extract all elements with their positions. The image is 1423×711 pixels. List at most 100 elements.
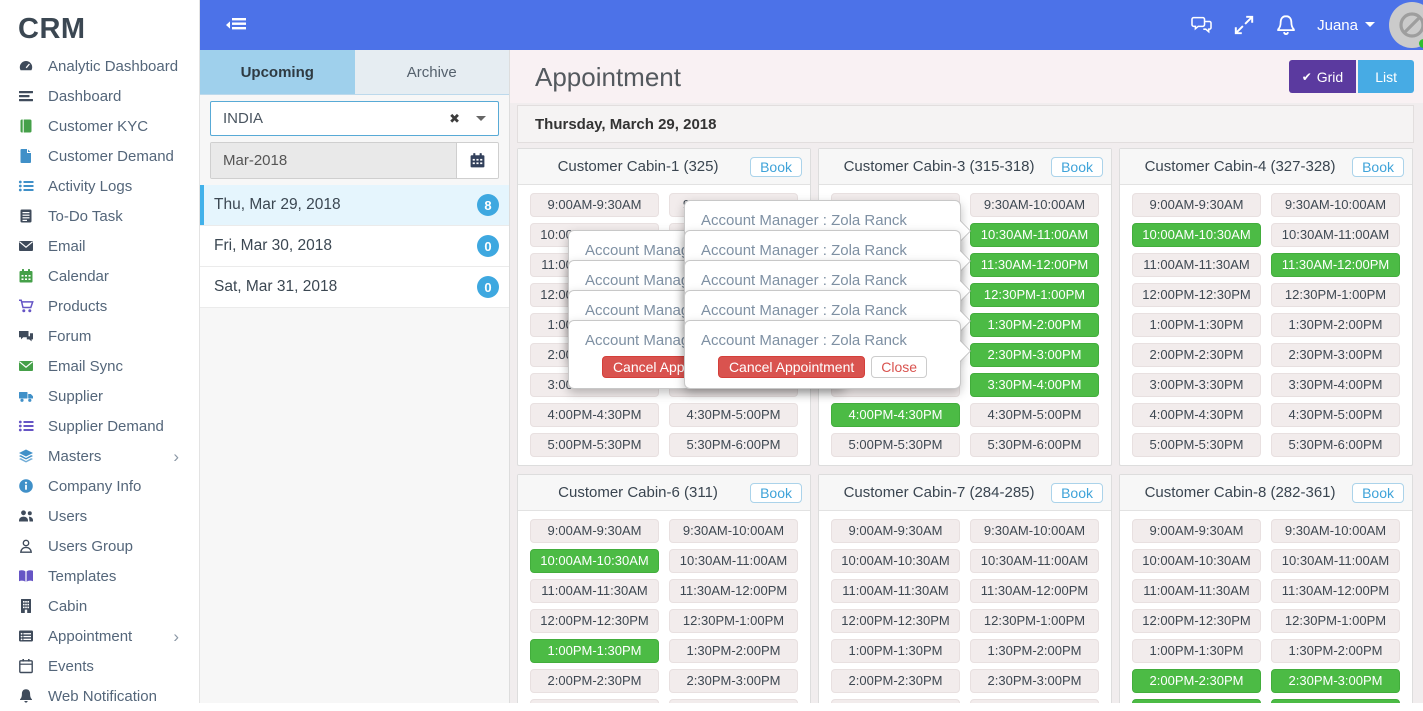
time-slot-booked[interactable]: 10:30AM-11:00AM	[970, 223, 1099, 247]
time-slot[interactable]: 12:00PM-12:30PM	[1132, 609, 1261, 633]
time-slot[interactable]: 4:30PM-5:00PM	[669, 403, 798, 427]
time-slot-booked[interactable]: 11:30AM-12:00PM	[1271, 253, 1400, 277]
time-slot[interactable]: 1:30PM-2:00PM	[669, 639, 798, 663]
time-slot-booked[interactable]: 12:30PM-1:00PM	[970, 283, 1099, 307]
fullscreen-icon[interactable]	[1233, 15, 1255, 35]
time-slot[interactable]: 2:30PM-3:00PM	[1271, 343, 1400, 367]
close-popover-button[interactable]: Close	[871, 356, 927, 378]
cancel-appointment-button[interactable]: Cancel Appointment	[718, 356, 865, 378]
sidebar-item-supplier[interactable]: Supplier	[0, 381, 199, 411]
time-slot[interactable]: 5:30PM-6:00PM	[1271, 433, 1400, 457]
country-filter-select[interactable]: INDIA ✖	[210, 101, 499, 136]
book-button[interactable]: Book	[750, 483, 802, 503]
time-slot[interactable]: 12:30PM-1:00PM	[970, 609, 1099, 633]
chevron-down-icon[interactable]	[476, 116, 486, 126]
time-slot[interactable]: 10:00AM-10:30AM	[1132, 549, 1261, 573]
time-slot-booked[interactable]: 2:30PM-3:00PM	[970, 343, 1099, 367]
time-slot[interactable]: 1:30PM-2:00PM	[970, 639, 1099, 663]
date-row-sat-mar-31-2018[interactable]: Sat, Mar 31, 20180	[200, 267, 509, 308]
time-slot[interactable]: 2:00PM-2:30PM	[1132, 343, 1261, 367]
sidebar-toggle-icon[interactable]	[226, 16, 248, 34]
sidebar-item-cabin[interactable]: Cabin	[0, 591, 199, 621]
time-slot-booked[interactable]: 1:30PM-2:00PM	[970, 313, 1099, 337]
bell-icon[interactable]	[1275, 15, 1297, 35]
time-slot[interactable]: 12:00PM-12:30PM	[1132, 283, 1261, 307]
user-menu[interactable]: Juana	[1317, 17, 1375, 34]
sidebar-item-supplier-demand[interactable]: Supplier Demand	[0, 411, 199, 441]
book-button[interactable]: Book	[750, 157, 802, 177]
time-slot[interactable]: 1:00PM-1:30PM	[1132, 313, 1261, 337]
time-slot[interactable]: 12:30PM-1:00PM	[1271, 609, 1400, 633]
time-slot[interactable]: 9:30AM-10:00AM	[1271, 193, 1400, 217]
time-slot-booked[interactable]: 1:00PM-1:30PM	[530, 639, 659, 663]
book-button[interactable]: Book	[1051, 157, 1103, 177]
time-slot[interactable]: 3:30PM-4:00PM	[669, 699, 798, 703]
chat-icon[interactable]	[1191, 15, 1213, 35]
time-slot[interactable]: 2:30PM-3:00PM	[669, 669, 798, 693]
time-slot-booked[interactable]: 2:30PM-3:00PM	[1271, 669, 1400, 693]
time-slot[interactable]: 2:00PM-2:30PM	[831, 669, 960, 693]
time-slot[interactable]: 10:30AM-11:00AM	[1271, 223, 1400, 247]
time-slot[interactable]: 4:00PM-4:30PM	[530, 403, 659, 427]
time-slot-booked[interactable]: 10:00AM-10:30AM	[530, 549, 659, 573]
sidebar-item-products[interactable]: Products	[0, 291, 199, 321]
time-slot[interactable]: 9:00AM-9:30AM	[530, 193, 659, 217]
sidebar-item-activity-logs[interactable]: Activity Logs	[0, 171, 199, 201]
time-slot[interactable]: 1:00PM-1:30PM	[1132, 639, 1261, 663]
sidebar-item-templates[interactable]: Templates	[0, 561, 199, 591]
time-slot[interactable]: 12:30PM-1:00PM	[669, 609, 798, 633]
time-slot[interactable]: 4:30PM-5:00PM	[1271, 403, 1400, 427]
sidebar-item-appointment[interactable]: Appointment›	[0, 621, 199, 651]
sidebar-item-forum[interactable]: Forum	[0, 321, 199, 351]
time-slot[interactable]: 9:00AM-9:30AM	[1132, 193, 1261, 217]
time-slot[interactable]: 5:30PM-6:00PM	[669, 433, 798, 457]
tab-archive[interactable]: Archive	[355, 50, 510, 94]
time-slot[interactable]: 11:30AM-12:00PM	[669, 579, 798, 603]
time-slot[interactable]: 3:30PM-4:00PM	[970, 699, 1099, 703]
time-slot-booked[interactable]: 4:00PM-4:30PM	[831, 403, 960, 427]
time-slot[interactable]: 11:30AM-12:00PM	[1271, 579, 1400, 603]
time-slot[interactable]: 2:00PM-2:30PM	[530, 669, 659, 693]
calendar-picker-button[interactable]	[456, 143, 498, 178]
time-slot[interactable]: 3:00PM-3:30PM	[1132, 373, 1261, 397]
time-slot-booked[interactable]: 3:30PM-4:00PM	[970, 373, 1099, 397]
sidebar-item-events[interactable]: Events	[0, 651, 199, 681]
time-slot[interactable]: 10:30AM-11:00AM	[970, 549, 1099, 573]
book-button[interactable]: Book	[1051, 483, 1103, 503]
time-slot[interactable]: 12:00PM-12:30PM	[831, 609, 960, 633]
time-slot[interactable]: 2:30PM-3:00PM	[970, 669, 1099, 693]
time-slot[interactable]: 12:30PM-1:00PM	[1271, 283, 1400, 307]
sidebar-item-analytic-dashboard[interactable]: Analytic Dashboard	[0, 51, 199, 81]
time-slot[interactable]: 9:00AM-9:30AM	[530, 519, 659, 543]
date-row-fri-mar-30-2018[interactable]: Fri, Mar 30, 20180	[200, 226, 509, 267]
time-slot[interactable]: 11:30AM-12:00PM	[970, 579, 1099, 603]
time-slot-booked[interactable]: 3:00PM-3:30PM	[1132, 699, 1261, 703]
time-slot[interactable]: 4:30PM-5:00PM	[970, 403, 1099, 427]
date-row-thu-mar-29-2018[interactable]: Thu, Mar 29, 20188	[200, 185, 509, 226]
sidebar-item-to-do-task[interactable]: To-Do Task	[0, 201, 199, 231]
time-slot[interactable]: 3:00PM-3:30PM	[831, 699, 960, 703]
time-slot[interactable]: 9:30AM-10:00AM	[1271, 519, 1400, 543]
time-slot[interactable]: 10:30AM-11:00AM	[669, 549, 798, 573]
month-field[interactable]: Mar-2018	[211, 143, 456, 178]
clear-filter-icon[interactable]: ✖	[449, 111, 460, 127]
time-slot[interactable]: 11:00AM-11:30AM	[530, 579, 659, 603]
time-slot[interactable]: 5:30PM-6:00PM	[970, 433, 1099, 457]
time-slot[interactable]: 4:00PM-4:30PM	[1132, 403, 1261, 427]
sidebar-item-company-info[interactable]: Company Info	[0, 471, 199, 501]
time-slot[interactable]: 11:00AM-11:30AM	[1132, 253, 1261, 277]
time-slot[interactable]: 12:00PM-12:30PM	[530, 609, 659, 633]
time-slot[interactable]: 5:00PM-5:30PM	[831, 433, 960, 457]
sidebar-item-customer-demand[interactable]: Customer Demand	[0, 141, 199, 171]
sidebar-item-email-sync[interactable]: Email Sync	[0, 351, 199, 381]
time-slot-booked[interactable]: 10:00AM-10:30AM	[1132, 223, 1261, 247]
sidebar-item-dashboard[interactable]: Dashboard	[0, 81, 199, 111]
time-slot[interactable]: 1:30PM-2:00PM	[1271, 639, 1400, 663]
time-slot[interactable]: 9:00AM-9:30AM	[1132, 519, 1261, 543]
book-button[interactable]: Book	[1352, 157, 1404, 177]
grid-view-button[interactable]: ✔ Grid	[1289, 60, 1357, 93]
time-slot[interactable]: 10:30AM-11:00AM	[1271, 549, 1400, 573]
time-slot-booked[interactable]: 11:30AM-12:00PM	[970, 253, 1099, 277]
sidebar-item-email[interactable]: Email	[0, 231, 199, 261]
list-view-button[interactable]: List	[1358, 60, 1414, 93]
